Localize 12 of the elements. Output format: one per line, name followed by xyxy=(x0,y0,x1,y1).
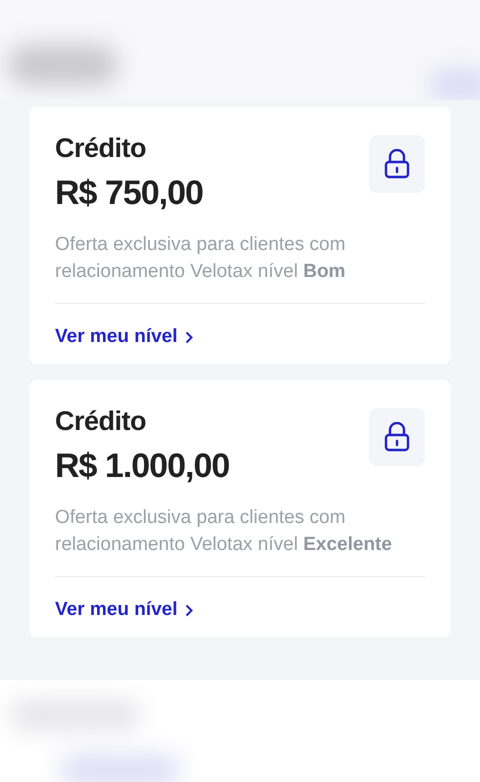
credit-amount: R$ 750,00 xyxy=(55,174,203,213)
chevron-icon xyxy=(184,604,193,616)
offer-description: Oferta exclusiva para clientes com relacionamento Velotax nível Excelente xyxy=(55,506,393,557)
chevron-icon xyxy=(184,330,193,344)
level-link[interactable]: Ver meu nível xyxy=(55,324,193,350)
card-title: Crédito xyxy=(55,406,147,437)
card-title: Crédito xyxy=(55,133,147,164)
offer-description: Oferta exclusiva para clientes com relacionamento Velotax nível Bom xyxy=(55,233,346,284)
lock-icon xyxy=(369,408,425,466)
level-link[interactable]: Ver meu nível xyxy=(55,597,193,623)
credit-amount: R$ 1.000,00 xyxy=(55,447,230,486)
lock-icon xyxy=(369,135,425,193)
